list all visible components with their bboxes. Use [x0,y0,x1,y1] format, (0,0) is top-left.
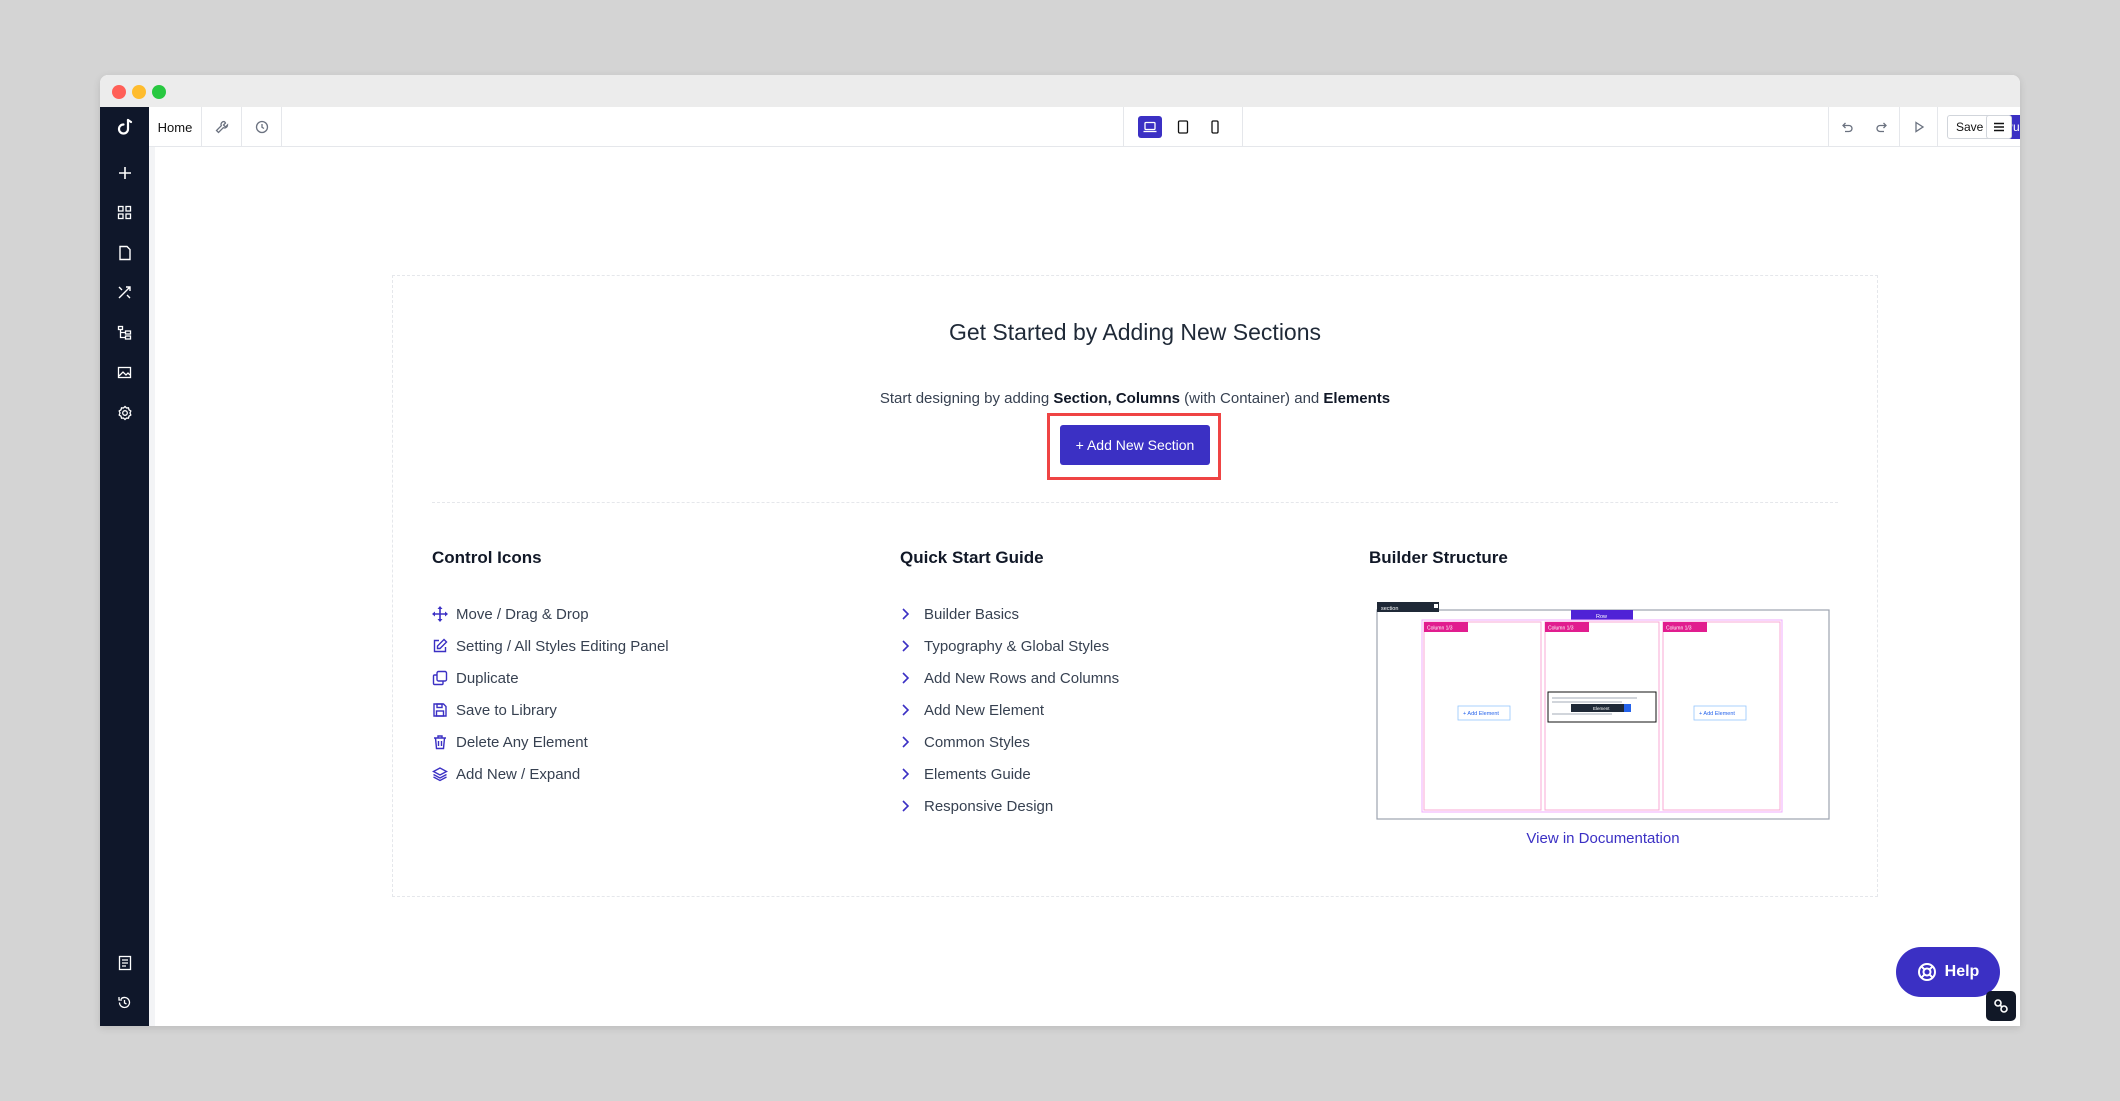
guide-link-common-styles[interactable]: Common Styles [900,726,1119,758]
guide-link-responsive[interactable]: Responsive Design [900,790,1119,822]
control-item-delete: Delete Any Element [432,726,669,758]
control-icons-title: Control Icons [432,548,542,567]
guide-link-label[interactable]: Add New Element [924,702,1044,719]
notes-icon[interactable] [112,950,137,975]
control-item-move: Move / Drag & Drop [432,598,669,630]
grid-icon[interactable] [112,200,137,225]
control-item-label: Delete Any Element [456,733,588,751]
wrench-icon[interactable] [202,107,242,147]
chevron-right-icon [900,703,924,717]
diagram-column-label: Column 1/3 [1666,626,1692,632]
subtitle-text-mid: (with Container) and [1180,390,1324,407]
builder-structure-column: Builder Structure section Row Column 1/3… [1369,548,1837,847]
chevron-right-icon [900,735,924,749]
move-icon [432,606,456,622]
history-icon[interactable] [112,990,137,1015]
image-icon[interactable] [112,360,137,385]
page-icon[interactable] [112,240,137,265]
maximize-window-button[interactable] [152,85,166,99]
control-item-label: Setting / All Styles Editing Panel [456,637,669,655]
plus-icon[interactable] [112,160,137,185]
guide-link-label[interactable]: Common Styles [924,734,1030,751]
diagram-row-label: Row [1596,614,1607,620]
hero-title: Get Started by Adding New Sections [948,319,1322,345]
guide-link-label[interactable]: Elements Guide [924,766,1031,783]
app-window: Home Save Publish [100,75,2020,1026]
help-button[interactable]: Help [1896,947,2000,997]
canvas-edge [149,147,155,1026]
control-item-duplicate: Duplicate [432,662,669,694]
save-icon [432,702,456,718]
chevron-right-icon [900,607,924,621]
guide-link-label[interactable]: Builder Basics [924,606,1019,623]
control-item-save: Save to Library [432,694,669,726]
hero-subtitle: Start designing by adding Section, Colum… [393,390,1877,407]
diagram-add-element-label: + Add Element [1463,711,1499,717]
control-item-label: Add New / Expand [456,765,581,783]
guide-link-label[interactable]: Responsive Design [924,798,1053,815]
get-started-panel: Get Started by Adding New Sections Start… [392,275,1878,897]
structure-icon[interactable] [112,320,137,345]
home-tab[interactable]: Home [149,107,202,147]
diagram-column-label: Column 1/3 [1548,626,1574,632]
preview-play-icon[interactable] [1900,107,1938,147]
quick-start-title: Quick Start Guide [900,548,1044,567]
builder-canvas: Get Started by Adding New Sections Start… [149,147,2020,1026]
diagram-element-label: Element [1593,706,1610,711]
guide-link-label[interactable]: Typography & Global Styles [924,638,1109,655]
diagram-column-label: Column 1/3 [1427,626,1453,632]
trash-icon [432,734,456,750]
close-window-button[interactable] [112,85,126,99]
undo-icon[interactable] [1828,107,1864,147]
subtitle-text: Start designing by adding [879,390,1054,407]
top-toolbar: Home Save Publish [149,107,2020,147]
control-item-label: Duplicate [456,669,519,687]
diagram-add-element-label: + Add Element [1699,711,1735,717]
subtitle-bold-elements: Elements [1323,390,1391,407]
chevron-right-icon [900,767,924,781]
control-item-add: Add New / Expand [432,758,669,790]
diagram-section-label: section [1381,606,1398,612]
minimize-window-button[interactable] [132,85,146,99]
settings-icon[interactable] [112,400,137,425]
link-icon[interactable] [1986,991,2016,1021]
left-sidebar [100,107,149,1026]
guide-link-rows-columns[interactable]: Add New Rows and Columns [900,662,1119,694]
control-icons-column: Control Icons Move / Drag & Drop Setting… [432,548,669,790]
control-item-setting: Setting / All Styles Editing Panel [432,630,669,662]
guide-link-new-element[interactable]: Add New Element [900,694,1119,726]
subtitle-bold-sections: Section, Columns [1053,390,1181,407]
mobile-view-icon[interactable] [1203,116,1227,138]
duplicate-icon [432,670,456,686]
tools-icon[interactable] [112,280,137,305]
clock-icon[interactable] [242,107,282,147]
window-titlebar [100,75,2020,107]
control-item-label: Save to Library [456,701,557,719]
builder-structure-title: Builder Structure [1369,548,1508,567]
divider [432,502,1838,503]
quick-start-column: Quick Start Guide Builder Basics Typogra… [900,548,1119,822]
builder-structure-diagram: section Row Column 1/3 Column 1/3 Column… [1376,602,1830,820]
chevron-right-icon [900,639,924,653]
guide-link-label[interactable]: Add New Rows and Columns [924,670,1119,687]
guide-link-builder-basics[interactable]: Builder Basics [900,598,1119,630]
guide-link-typography[interactable]: Typography & Global Styles [900,630,1119,662]
control-item-label: Move / Drag & Drop [456,605,589,623]
highlight-box: + Add New Section [1047,413,1221,480]
lifebuoy-icon [1917,963,1936,981]
help-label: Help [1944,963,1980,980]
hamburger-menu-icon[interactable] [1986,115,2012,139]
desktop-view-icon[interactable] [1138,116,1162,138]
tablet-view-icon[interactable] [1171,116,1195,138]
redo-icon[interactable] [1864,107,1900,147]
guide-link-elements-guide[interactable]: Elements Guide [900,758,1119,790]
logo-icon[interactable] [100,107,149,147]
add-new-section-button[interactable]: + Add New Section [1060,425,1210,465]
device-switcher [1123,107,1243,147]
edit-icon [432,638,456,654]
layers-icon [432,766,456,782]
chevron-right-icon [900,799,924,813]
view-documentation-link[interactable]: View in Documentation [1369,830,1837,847]
chevron-right-icon [900,671,924,685]
